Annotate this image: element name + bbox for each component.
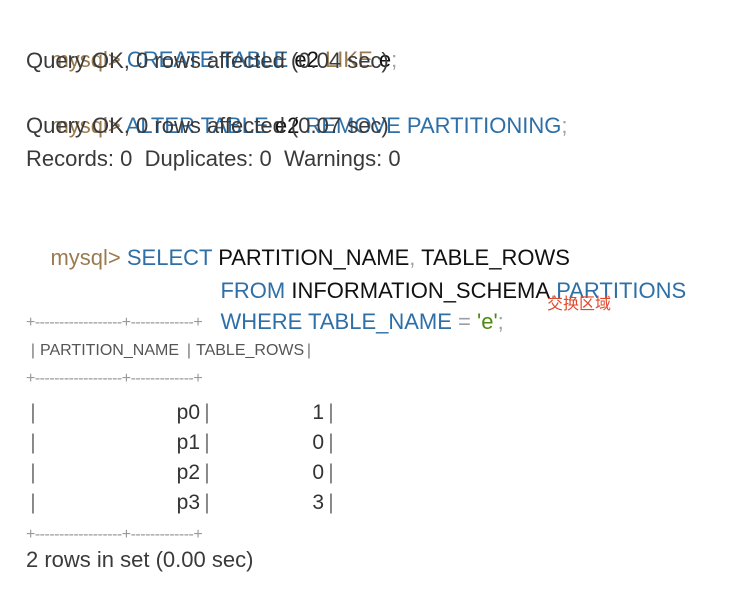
table-header-row: | PARTITION_NAME | TABLE_ROWS | <box>26 334 338 368</box>
table-border-top: +------------------+-------------+ <box>26 314 203 331</box>
table-border-mid: +------------------+-------------+ <box>26 370 203 387</box>
result-footer: 2 rows in set (0.00 sec) <box>26 547 254 572</box>
cell-partition-name: p1 <box>176 431 200 454</box>
table-row: | p1 | 0 | <box>26 428 338 458</box>
string-literal: 'e' <box>477 309 498 334</box>
header-partition-name: PARTITION_NAME <box>40 342 179 359</box>
semicolon: ; <box>391 47 398 72</box>
cell-table-rows: 3 <box>312 491 324 514</box>
cell-table-rows: 0 <box>312 431 324 454</box>
table-row: | p3 | 3 | <box>26 488 338 518</box>
table-row: | p0 | 1 | <box>26 398 338 428</box>
prompt: mysql> <box>50 245 121 270</box>
semicolon: ; <box>497 309 504 334</box>
table-row: | p2 | 0 | <box>26 458 338 488</box>
cell-partition-name: p2 <box>176 461 200 484</box>
cell-partition-name: p0 <box>176 401 200 424</box>
cell-table-rows: 0 <box>312 461 324 484</box>
semicolon: ; <box>561 113 568 138</box>
result-table: +------------------+-------------+ | PART… <box>26 312 338 546</box>
equals: = <box>458 309 471 334</box>
table-border-bottom: +------------------+-------------+ <box>26 526 203 543</box>
result-line-2: Query OK, 0 rows affected (0.07 sec) <box>26 113 389 138</box>
result-line-1: Query OK, 0 rows affected (0.04 sec) <box>26 48 389 73</box>
result-line-3: Records: 0 Duplicates: 0 Warnings: 0 <box>26 146 401 171</box>
header-table-rows: TABLE_ROWS <box>196 342 305 359</box>
annotation-note: 交换区域 <box>547 294 612 313</box>
cell-partition-name: p3 <box>176 491 200 514</box>
cell-table-rows: 1 <box>312 401 324 424</box>
